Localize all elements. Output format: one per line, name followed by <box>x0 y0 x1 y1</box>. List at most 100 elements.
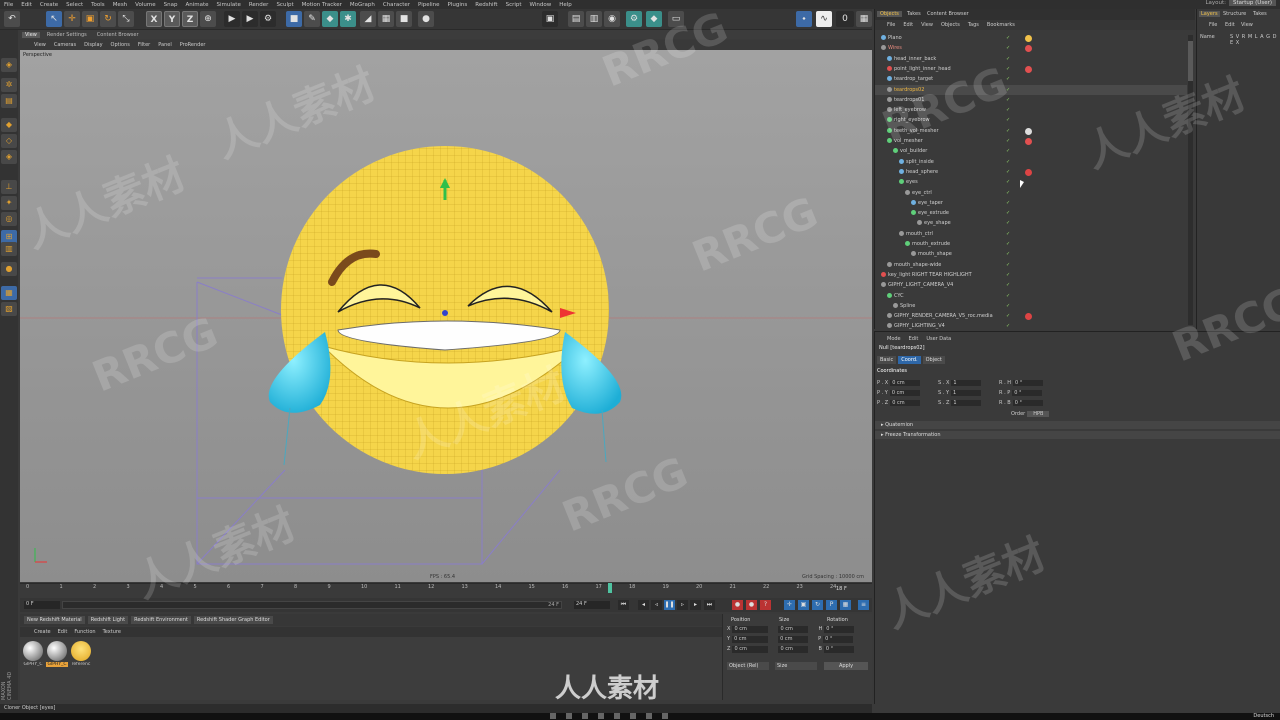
layers-view-menu[interactable]: View <box>1241 22 1253 28</box>
scene-icon[interactable]: ▦ <box>378 11 394 27</box>
object-tree-row[interactable]: mouth_extrude ✓ <box>875 239 1187 249</box>
material-menu-create[interactable]: Create <box>34 629 51 635</box>
axis-x-button[interactable]: X <box>146 11 162 27</box>
menu-volume[interactable]: Volume <box>135 2 155 8</box>
menu-script[interactable]: Script <box>506 2 522 8</box>
wave-icon[interactable]: ∿ <box>816 11 832 27</box>
menu-edit[interactable]: Edit <box>21 2 32 8</box>
menu-sculpt[interactable]: Sculpt <box>276 2 293 8</box>
tag-icon[interactable]: ◆ <box>646 11 662 27</box>
material-swatch[interactable]: GIPHY_C <box>22 641 44 671</box>
object-tree-row[interactable]: Plano ✓ <box>875 33 1187 43</box>
visibility-check-icon[interactable]: ✓ <box>1006 311 1010 321</box>
perspective-viewport[interactable]: Perspective FPS: 65.4 Grid Spacing: 10… <box>20 50 872 582</box>
object-tree-row[interactable]: eye_shape ✓ <box>875 218 1187 228</box>
material-menu-function[interactable]: Function <box>74 629 95 635</box>
object-tree-row[interactable]: left_eyebrow ✓ <box>875 105 1187 115</box>
object-tree-row[interactable]: right_eyebrow ✓ <box>875 115 1187 125</box>
visibility-check-icon[interactable]: ✓ <box>1006 198 1010 208</box>
object-tree-row[interactable]: teardrop_target ✓ <box>875 74 1187 84</box>
object-tree-row[interactable]: point_light_inner_head ✓ <box>875 64 1187 74</box>
coordinate-system-icon[interactable]: ⊕ <box>200 11 216 27</box>
object-tree-row[interactable]: CYC ✓ <box>875 291 1187 301</box>
render-view-icon[interactable]: ▶ <box>224 11 240 27</box>
menu-window[interactable]: Window <box>530 2 552 8</box>
object-tree-row[interactable]: GIPHY_RENDER_CAMERA_V5_roc.media ✓ <box>875 311 1187 321</box>
quaternion-fold[interactable]: ▸ Quaternion <box>875 421 1280 429</box>
tab-objects[interactable]: Objects <box>877 11 902 17</box>
attribute-menu-user-data[interactable]: User Data <box>926 336 951 342</box>
stop-icon[interactable]: ▣ <box>542 11 558 27</box>
go-to-end-icon[interactable]: ⏭ <box>704 600 715 610</box>
object-tree-row[interactable]: teardrops02 ✓ <box>875 84 1187 95</box>
visibility-check-icon[interactable]: ✓ <box>1006 321 1010 329</box>
next-key-icon[interactable]: ▸ <box>690 600 701 610</box>
workplane-tool-icon[interactable]: ▤ <box>1 94 17 108</box>
freeze-transformation-fold[interactable]: ▸ Freeze Transformation <box>875 431 1280 439</box>
visibility-check-icon[interactable]: ✓ <box>1006 177 1010 187</box>
attribute-field-value[interactable]: 1 <box>951 390 981 396</box>
tab-layer-takes[interactable]: Takes <box>1253 11 1267 17</box>
recent-tool-icon[interactable]: ⤡ <box>118 11 134 27</box>
attribute-field-value[interactable]: 0 ° <box>1012 400 1043 406</box>
visibility-check-icon[interactable]: ✓ <box>1006 95 1010 105</box>
layers-edit-menu[interactable]: Edit <box>1225 22 1235 28</box>
attribute-field-value[interactable]: 0 cm <box>889 390 920 396</box>
menu-snap[interactable]: Snap <box>164 2 178 8</box>
layout-value[interactable]: Startup (User) <box>1229 0 1276 6</box>
menu-create[interactable]: Create <box>40 2 58 8</box>
redshift-tab-3[interactable]: Redshift Shader Graph Editor <box>193 616 273 624</box>
keyframe-selection-icon[interactable]: ? <box>760 600 771 610</box>
object-menu-file[interactable]: File <box>887 22 895 28</box>
material-swatch[interactable]: GIPHY_C <box>46 641 68 671</box>
viewport-menu-prorender[interactable]: ProRender <box>180 42 206 48</box>
grid-icon[interactable]: ▧ <box>1 302 17 316</box>
object-tree-row[interactable]: GIPHY_LIGHT_CAMERA_V4 ✓ <box>875 280 1187 290</box>
coord-rotation-field[interactable]: 0 ° <box>823 636 854 643</box>
coord-rotation-field[interactable]: 0 ° <box>823 646 854 653</box>
visibility-check-icon[interactable]: ✓ <box>1006 229 1010 239</box>
previous-frame-icon[interactable]: ◃ <box>651 600 662 610</box>
coord-size-dropdown[interactable]: Size <box>775 662 817 670</box>
coord-position-field[interactable]: 0 cm <box>732 636 769 643</box>
layers-file-menu[interactable]: File <box>1209 22 1217 28</box>
record-icon[interactable]: ● <box>732 600 743 610</box>
object-tag-icon[interactable] <box>1025 138 1032 145</box>
menu-plugins[interactable]: Plugins <box>448 2 468 8</box>
visibility-check-icon[interactable]: ✓ <box>1006 126 1010 136</box>
axis-z-button[interactable]: Z <box>182 11 198 27</box>
object-tree-row[interactable]: head_sphere ✓ <box>875 167 1187 177</box>
light-icon[interactable]: ● <box>418 11 434 27</box>
material-menu-edit[interactable]: Edit <box>58 629 68 635</box>
apply-button[interactable]: Apply <box>824 662 868 670</box>
coord-mode-dropdown[interactable]: Object (Rel) <box>727 662 769 670</box>
object-tree-row[interactable]: eye_ctrl ✓ <box>875 188 1187 198</box>
deformer-icon[interactable]: ◢ <box>360 11 376 27</box>
visibility-check-icon[interactable]: ✓ <box>1006 105 1010 115</box>
taskbar-app-icon[interactable] <box>598 713 604 719</box>
taskbar-app-icon[interactable] <box>582 713 588 719</box>
attribute-menu-mode[interactable]: Mode <box>887 336 901 342</box>
attribute-tab-basic[interactable]: Basic <box>877 356 897 364</box>
visibility-check-icon[interactable]: ✓ <box>1006 270 1010 280</box>
menu-motion-tracker[interactable]: Motion Tracker <box>302 2 342 8</box>
menu-redshift[interactable]: Redshift <box>475 2 497 8</box>
menu-render[interactable]: Render <box>249 2 269 8</box>
visibility-check-icon[interactable]: ✓ <box>1006 64 1010 74</box>
visibility-check-icon[interactable]: ✓ <box>1006 136 1010 146</box>
object-tree-row[interactable]: mouth_shape ✓ <box>875 249 1187 259</box>
visibility-check-icon[interactable]: ✓ <box>1006 260 1010 270</box>
cube-icon[interactable]: ■ <box>286 11 302 27</box>
object-tree-row[interactable]: mouth_ctrl ✓ <box>875 229 1187 239</box>
axis-mode-icon[interactable]: ⊥ <box>1 180 17 194</box>
object-tree-row[interactable]: eyes ✓ <box>875 177 1187 187</box>
settings-icon[interactable]: ⚙ <box>626 11 642 27</box>
coord-rotation-field[interactable]: 0 ° <box>824 626 855 633</box>
object-tree-row[interactable]: vol_builder ✓ <box>875 146 1187 156</box>
taskbar-app-icon[interactable] <box>646 713 652 719</box>
viewport-tab-content-browser[interactable]: Content Browser <box>94 32 142 38</box>
go-to-start-icon[interactable]: ⏮ <box>618 600 629 610</box>
visibility-check-icon[interactable]: ✓ <box>1006 146 1010 156</box>
object-tag-icon[interactable] <box>1025 313 1032 321</box>
key-pla-icon[interactable]: ▦ <box>840 600 851 610</box>
